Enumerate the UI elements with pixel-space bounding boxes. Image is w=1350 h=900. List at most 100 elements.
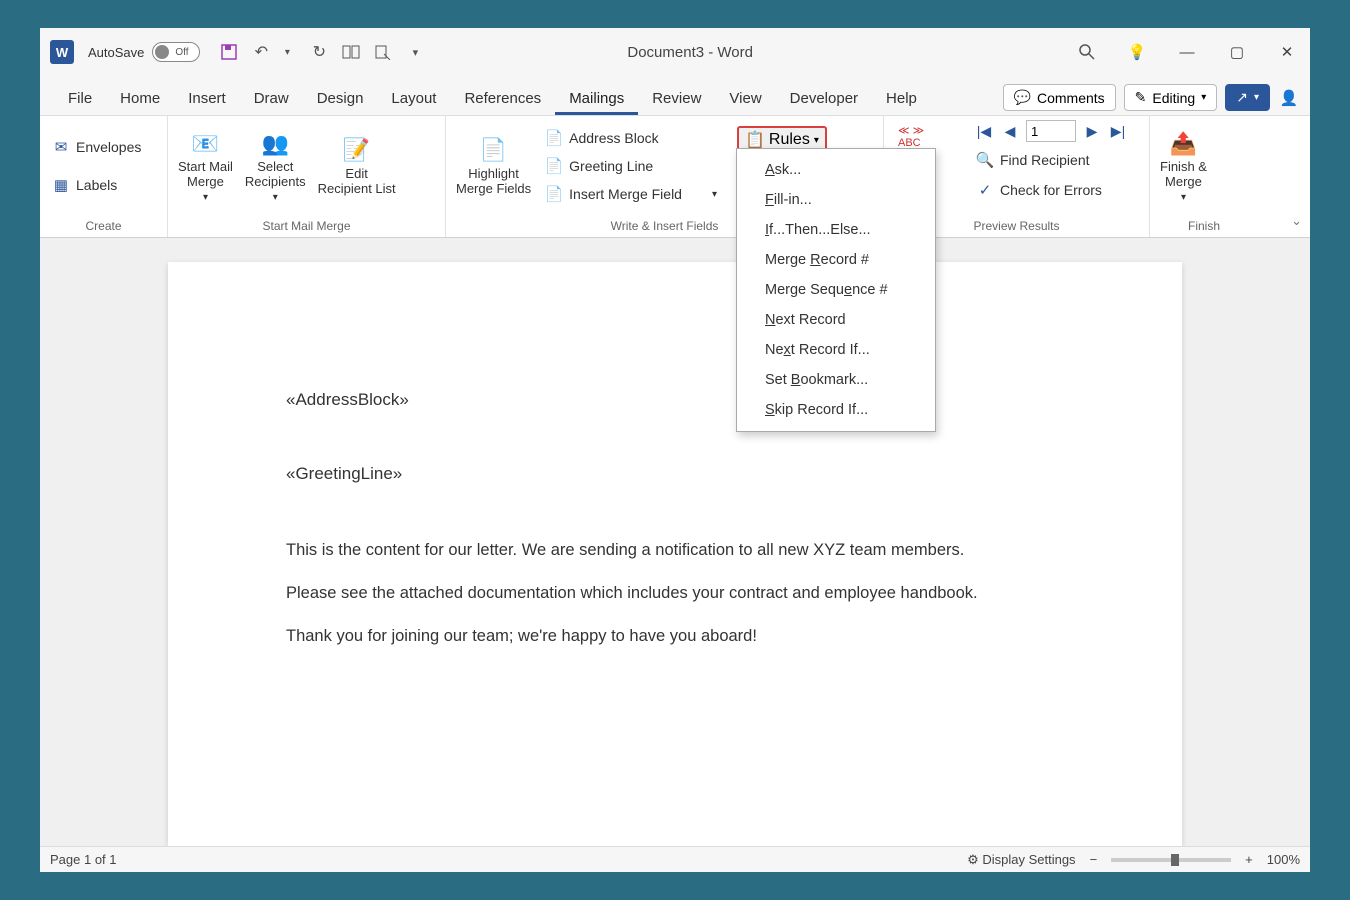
ribbon: ✉Envelopes ▦Labels Create 📧Start Mail Me… xyxy=(40,116,1310,238)
greeting-line-button[interactable]: 📄Greeting Line xyxy=(543,154,719,178)
check-icon: ✓ xyxy=(976,181,994,199)
rules-menu-item[interactable]: Skip Record If... xyxy=(737,395,935,425)
rules-dropdown: Ask...Fill-in...If...Then...Else...Merge… xyxy=(736,148,936,432)
document-area: «AddressBlock» «GreetingLine» This is th… xyxy=(40,238,1310,846)
document-page[interactable]: «AddressBlock» «GreetingLine» This is th… xyxy=(168,262,1182,846)
greeting-icon: 📄 xyxy=(545,157,563,175)
greeting-line-field: «GreetingLine» xyxy=(286,464,1064,484)
rules-menu-item[interactable]: Next Record If... xyxy=(737,335,935,365)
tab-insert[interactable]: Insert xyxy=(174,82,240,115)
display-settings-button[interactable]: ⚙ Display Settings xyxy=(967,852,1076,868)
editing-button[interactable]: ✎ Editing ▾ xyxy=(1124,84,1218,111)
autosave-label: AutoSave xyxy=(88,45,144,60)
next-record-icon[interactable]: ▶ xyxy=(1082,121,1102,141)
body-paragraph: Please see the attached documentation wh… xyxy=(286,581,1064,606)
finish-icon: 📤 xyxy=(1166,128,1200,158)
page-indicator[interactable]: Page 1 of 1 xyxy=(50,852,117,867)
record-input[interactable] xyxy=(1026,120,1076,142)
tab-layout[interactable]: Layout xyxy=(377,82,450,115)
zoom-level[interactable]: 100% xyxy=(1267,852,1300,867)
highlight-merge-fields-button[interactable]: 📄Highlight Merge Fields xyxy=(456,135,531,197)
titlebar: W AutoSave Off ↶ ▾ ↻ ▾ Document3 - Word … xyxy=(40,28,1310,76)
recipients-icon: 👥 xyxy=(258,128,292,158)
save-icon[interactable] xyxy=(216,39,242,65)
rules-menu-item[interactable]: Merge Record # xyxy=(737,245,935,275)
last-record-icon[interactable]: ▶| xyxy=(1108,121,1128,141)
group-create-label: Create xyxy=(40,216,167,237)
find-recipient-button[interactable]: 🔍Find Recipient xyxy=(974,148,1092,172)
chevron-down-icon: ▾ xyxy=(1181,192,1186,204)
slider-thumb xyxy=(1171,854,1179,866)
word-icon: W xyxy=(50,40,74,64)
find-icon: 🔍 xyxy=(976,151,994,169)
address-block-field: «AddressBlock» xyxy=(286,390,1064,410)
chevron-down-icon: ▾ xyxy=(814,135,819,146)
first-record-icon[interactable]: |◀ xyxy=(974,121,994,141)
body-paragraph: Thank you for joining our team; we're ha… xyxy=(286,624,1064,649)
address-icon: 📄 xyxy=(545,129,563,147)
zoom-in-icon[interactable]: + xyxy=(1245,852,1253,867)
start-mail-merge-button[interactable]: 📧Start Mail Merge▾ xyxy=(178,128,233,203)
prev-record-icon[interactable]: ◀ xyxy=(1000,121,1020,141)
select-recipients-button[interactable]: 👥Select Recipients▾ xyxy=(245,128,306,203)
status-bar: Page 1 of 1 ⚙ Display Settings − + 100% xyxy=(40,846,1310,872)
group-start-label: Start Mail Merge xyxy=(168,216,445,237)
body-paragraph: This is the content for our letter. We a… xyxy=(286,538,1064,563)
abc-icon: ≪ ≫ABC xyxy=(898,124,924,149)
share-button[interactable]: ↗ ▾ xyxy=(1225,84,1270,111)
tab-help[interactable]: Help xyxy=(872,82,931,115)
tab-design[interactable]: Design xyxy=(303,82,378,115)
document-title: Document3 - Word xyxy=(314,44,1066,61)
edit-recipient-list-button[interactable]: 📝Edit Recipient List xyxy=(318,135,396,197)
envelopes-button[interactable]: ✉Envelopes xyxy=(50,135,143,159)
copresence-icon[interactable]: 👤 xyxy=(1278,87,1300,109)
autosave-toggle[interactable]: Off xyxy=(152,42,200,62)
rules-menu-item[interactable]: Next Record xyxy=(737,305,935,335)
insert-merge-field-button[interactable]: 📄Insert Merge Field▾ xyxy=(543,182,719,206)
tab-review[interactable]: Review xyxy=(638,82,715,115)
tab-mailings[interactable]: Mailings xyxy=(555,82,638,115)
rules-menu-item[interactable]: Set Bookmark... xyxy=(737,365,935,395)
finish-merge-button[interactable]: 📤Finish & Merge▾ xyxy=(1160,128,1207,203)
lightbulb-icon[interactable]: 💡 xyxy=(1122,37,1152,67)
tab-references[interactable]: References xyxy=(450,82,555,115)
comments-button[interactable]: 💬 Comments xyxy=(1003,84,1116,111)
rules-menu-item[interactable]: Merge Sequence # xyxy=(737,275,935,305)
close-icon[interactable]: ✕ xyxy=(1272,37,1302,67)
maximize-icon[interactable]: ▢ xyxy=(1222,37,1252,67)
tab-draw[interactable]: Draw xyxy=(240,82,303,115)
ribbon-tabs: File Home Insert Draw Design Layout Refe… xyxy=(40,76,1310,116)
rules-menu-item[interactable]: Fill-in... xyxy=(737,185,935,215)
chevron-down-icon: ▾ xyxy=(203,192,208,204)
check-errors-button[interactable]: ✓Check for Errors xyxy=(974,178,1104,202)
undo-icon[interactable]: ↶ xyxy=(248,39,274,65)
tab-view[interactable]: View xyxy=(715,82,775,115)
tab-file[interactable]: File xyxy=(54,82,106,115)
rules-menu-item[interactable]: If...Then...Else... xyxy=(737,215,935,245)
search-icon[interactable] xyxy=(1072,37,1102,67)
chevron-down-icon: ▾ xyxy=(1254,92,1259,103)
label-icon: ▦ xyxy=(52,176,70,194)
highlight-icon: 📄 xyxy=(477,135,511,165)
pencil-icon: ✎ xyxy=(1135,89,1147,106)
mail-merge-icon: 📧 xyxy=(188,128,222,158)
undo-dropdown-icon[interactable]: ▾ xyxy=(274,39,300,65)
app-window: W AutoSave Off ↶ ▾ ↻ ▾ Document3 - Word … xyxy=(40,28,1310,872)
rules-icon: 📋 xyxy=(745,130,765,150)
chevron-down-icon: ▾ xyxy=(273,192,278,204)
address-block-button[interactable]: 📄Address Block xyxy=(543,126,719,150)
zoom-out-icon[interactable]: − xyxy=(1090,852,1098,867)
labels-button[interactable]: ▦Labels xyxy=(50,173,119,197)
comment-icon: 💬 xyxy=(1014,89,1031,106)
tab-home[interactable]: Home xyxy=(106,82,174,115)
envelope-icon: ✉ xyxy=(52,138,70,156)
zoom-slider[interactable] xyxy=(1111,858,1231,862)
chevron-down-icon: ▾ xyxy=(1201,92,1206,103)
rules-menu-item[interactable]: Ask... xyxy=(737,155,935,185)
tab-developer[interactable]: Developer xyxy=(776,82,872,115)
group-finish-label: Finish xyxy=(1150,216,1258,237)
minimize-icon[interactable]: — xyxy=(1172,37,1202,67)
collapse-ribbon-icon[interactable]: ⌄ xyxy=(1291,213,1302,229)
edit-list-icon: 📝 xyxy=(340,135,374,165)
toggle-knob xyxy=(155,45,169,59)
